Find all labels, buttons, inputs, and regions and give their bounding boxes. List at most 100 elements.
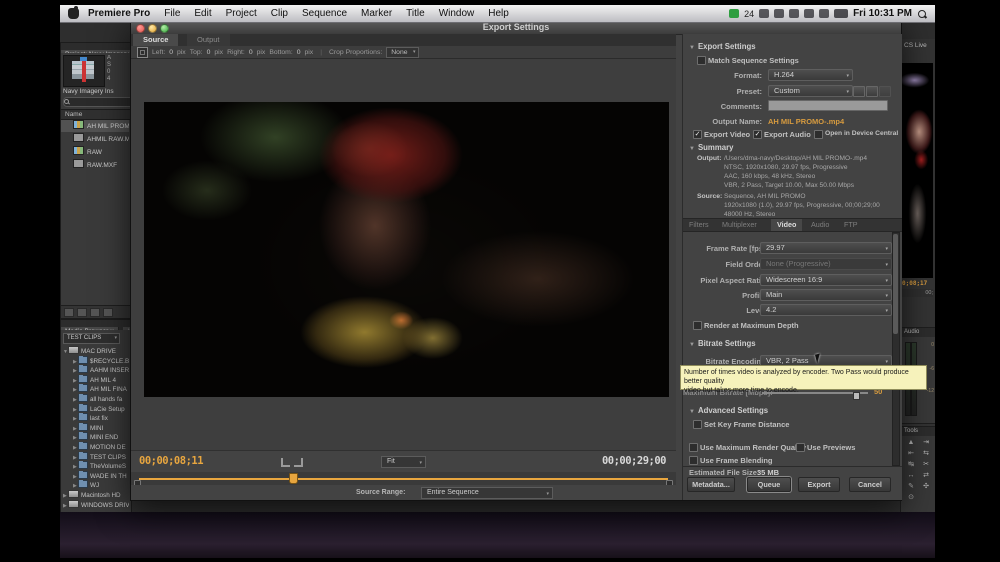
export-button[interactable]: Export [798,477,840,492]
hand-tool-icon[interactable]: ✣ [919,482,933,492]
icon-view-icon[interactable] [77,307,87,317]
source-video-frame[interactable] [144,102,669,397]
media-browser-location-dropdown[interactable]: TEST CLIPS [63,333,120,344]
zoom-fit-dropdown[interactable]: Fit [381,456,426,468]
preset-dropdown[interactable]: Custom [768,85,853,97]
tab-ftp[interactable]: FTP [838,219,864,231]
tree-item-test-clips[interactable]: ▶ TEST CLIPS [61,451,129,462]
volume-icon[interactable] [819,9,830,18]
tree-item-last-fix[interactable]: ▶ last fix [61,413,129,423]
keyframe-distance-checkbox[interactable] [693,420,702,429]
tree-item-aahm-inser[interactable]: ▶ AAHM INSER [61,365,129,375]
crop-top-value[interactable]: 0 [207,49,211,56]
menu-project[interactable]: Project [219,5,264,22]
status-icon-2[interactable] [774,9,785,18]
rate-stretch-tool-icon[interactable]: ↹ [904,460,918,470]
format-dropdown[interactable]: H.264 [768,69,853,81]
render-max-depth-checkbox[interactable] [693,321,702,330]
export-video-checkbox[interactable]: ✓ [693,130,702,139]
razor-tool-icon[interactable]: ✂ [919,460,933,470]
device-central-checkbox[interactable] [814,130,823,139]
project-item-raw-mxf[interactable]: RAW.MXF [61,159,129,171]
profile-dropdown[interactable]: Main [760,289,892,301]
menu-clock[interactable]: Fri 10:31 PM [853,8,912,19]
project-item-ahmil-raw[interactable]: AHMIL RAW.M [61,133,129,145]
project-search-input[interactable] [63,97,136,107]
parallels-menu-icon[interactable] [729,9,740,18]
battery-icon[interactable] [834,9,849,18]
use-frame-blending-checkbox[interactable] [689,456,698,465]
slip-tool-icon[interactable]: ↔ [904,471,918,481]
source-range-dropdown[interactable]: Entire Sequence [421,487,553,499]
current-timecode[interactable]: 00;00;08;11 [139,455,204,467]
set-out-point-button[interactable] [294,458,303,467]
tab-project[interactable]: Project: Navy Imagery [61,50,131,53]
playhead[interactable] [289,473,298,484]
queue-button[interactable]: Queue [747,477,791,492]
tree-item-macintosh-hd[interactable]: ▶ Macintosh HD [61,490,129,500]
use-mrq-checkbox[interactable] [689,443,698,452]
delete-preset-icon[interactable] [879,86,891,97]
project-item-raw[interactable]: RAW [61,146,129,158]
crop-icon[interactable] [137,46,148,58]
menu-window[interactable]: Window [432,5,482,22]
menu-marker[interactable]: Marker [354,5,399,22]
tab-filters[interactable]: Filters [683,219,715,231]
selection-tool-icon[interactable]: ▲ [904,438,918,448]
cs-live-button[interactable]: CS Live [904,42,927,49]
tree-item-wade-in[interactable]: ▶ WADE IN TH [61,470,129,481]
menu-clip[interactable]: Clip [264,5,295,22]
advanced-settings-section-header[interactable]: ▼ Advanced Settings [689,406,768,415]
project-preview-thumbnail[interactable] [63,55,105,87]
menu-sequence[interactable]: Sequence [295,5,354,22]
project-item-ah-mil-promo[interactable]: AH MIL PROMO [61,120,129,132]
ripple-edit-tool-icon[interactable]: ⇤ [904,449,918,459]
export-settings-section-header[interactable]: ▼ Export Settings [689,42,756,51]
tree-item-all-hands[interactable]: ▶ all hands fa [61,394,129,404]
export-audio-checkbox[interactable]: ✓ [753,130,762,139]
tree-item-mini[interactable]: ▶ MINI [61,422,129,433]
metadata-button[interactable]: Metadata... [687,477,735,492]
slide-tool-icon[interactable]: ⇄ [919,471,933,481]
tree-item-motion-de[interactable]: ▶ MOTION DE [61,442,129,452]
pixel-aspect-ratio-dropdown[interactable]: Widescreen 16:9 [760,274,892,286]
level-dropdown[interactable]: 4.2 [760,304,892,316]
menu-help[interactable]: Help [481,5,516,22]
cancel-button[interactable]: Cancel [849,477,891,492]
track-select-tool-icon[interactable]: ⇥ [919,438,933,448]
find-icon[interactable] [90,307,100,317]
comments-input[interactable] [768,100,888,111]
project-name-column-header[interactable]: Name [61,109,133,120]
tools-panel-title[interactable]: Tools [901,427,935,436]
tab-output[interactable]: Output [187,34,230,46]
spotlight-icon[interactable] [917,9,927,19]
apple-menu-icon[interactable] [68,6,79,19]
tree-item-thevolumes[interactable]: ▶ TheVolumeS [61,461,129,471]
output-name-link[interactable]: AH MIL PROMO-.mp4 [768,117,844,126]
menu-title[interactable]: Title [399,5,432,22]
audio-panel-title[interactable]: Audio [901,328,935,337]
list-view-icon[interactable] [64,307,74,317]
summary-section-header[interactable]: ▼ Summary [689,143,734,152]
tree-item-lacie-setup[interactable]: ▶ LaCie Setup [61,403,129,414]
tree-item-mac-drive[interactable]: ▼ MAC DRIVE [61,346,129,356]
time-machine-icon[interactable] [789,9,800,18]
menu-file[interactable]: File [157,5,187,22]
tab-video[interactable]: Video [771,219,803,231]
tree-item-recycle[interactable]: ▶ $RECYCLE.B [61,355,129,366]
bluetooth-icon[interactable] [804,9,815,18]
crop-left-value[interactable]: 0 [169,49,173,56]
tree-item-wj[interactable]: ▶ WJ [61,480,129,490]
set-in-point-button[interactable] [281,458,290,467]
bitrate-settings-section-header[interactable]: ▼ Bitrate Settings [689,339,756,348]
tree-item-ah-mil-4[interactable]: ▶ AH MIL 4 [61,374,129,385]
tab-audio[interactable]: Audio [805,219,835,231]
rolling-edit-tool-icon[interactable]: ⇆ [919,449,933,459]
pen-tool-icon[interactable]: ✎ [904,482,918,492]
scrubber-track[interactable] [139,478,668,480]
menu-edit[interactable]: Edit [187,5,218,22]
tab-source[interactable]: Source [133,34,179,46]
import-preset-icon[interactable] [866,86,878,97]
tree-item-mini-end[interactable]: ▶ MINI END [61,432,129,442]
match-sequence-checkbox[interactable] [697,56,706,65]
